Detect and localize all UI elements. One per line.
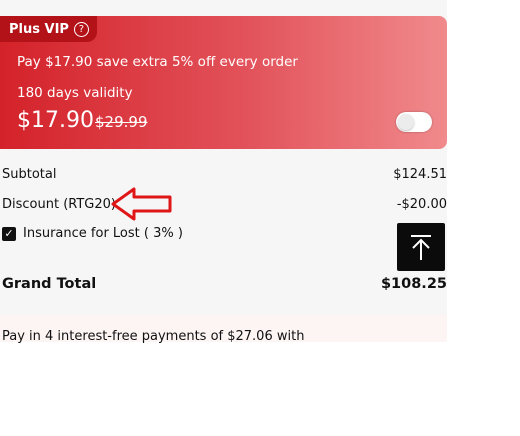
vip-old-price: $29.99 [95,113,148,131]
toggle-knob [398,114,414,130]
vip-validity-text: 180 days validity [17,85,133,101]
vip-price: $17.90 [17,108,94,133]
help-icon[interactable]: ? [73,21,89,37]
annotation-arrow-icon [111,187,172,221]
discount-value: -$20.00 [396,197,447,212]
insurance-label: Insurance for Lost ( 3% ) [23,226,183,241]
vip-tag-label: Plus VIP [9,21,69,37]
scroll-to-top-button[interactable] [397,223,445,271]
grand-total-label: Grand Total [2,276,97,292]
subtotal-label: Subtotal [2,167,57,182]
installment-text: Pay in 4 interest-free payments of $27.0… [2,329,305,344]
vip-toggle[interactable] [396,112,432,132]
discount-label: Discount (RTG20) [2,197,116,212]
vip-tag: Plus VIP ? [0,16,97,42]
vip-offer-text: Pay $17.90 save extra 5% off every order [17,54,298,70]
subtotal-value: $124.51 [393,167,447,182]
arrow-up-icon [411,235,431,260]
grand-total-value: $108.25 [380,276,447,292]
plus-vip-card[interactable]: Plus VIP ? Pay $17.90 save extra 5% off … [0,16,447,149]
insurance-checkbox[interactable]: ✓ [2,227,16,241]
